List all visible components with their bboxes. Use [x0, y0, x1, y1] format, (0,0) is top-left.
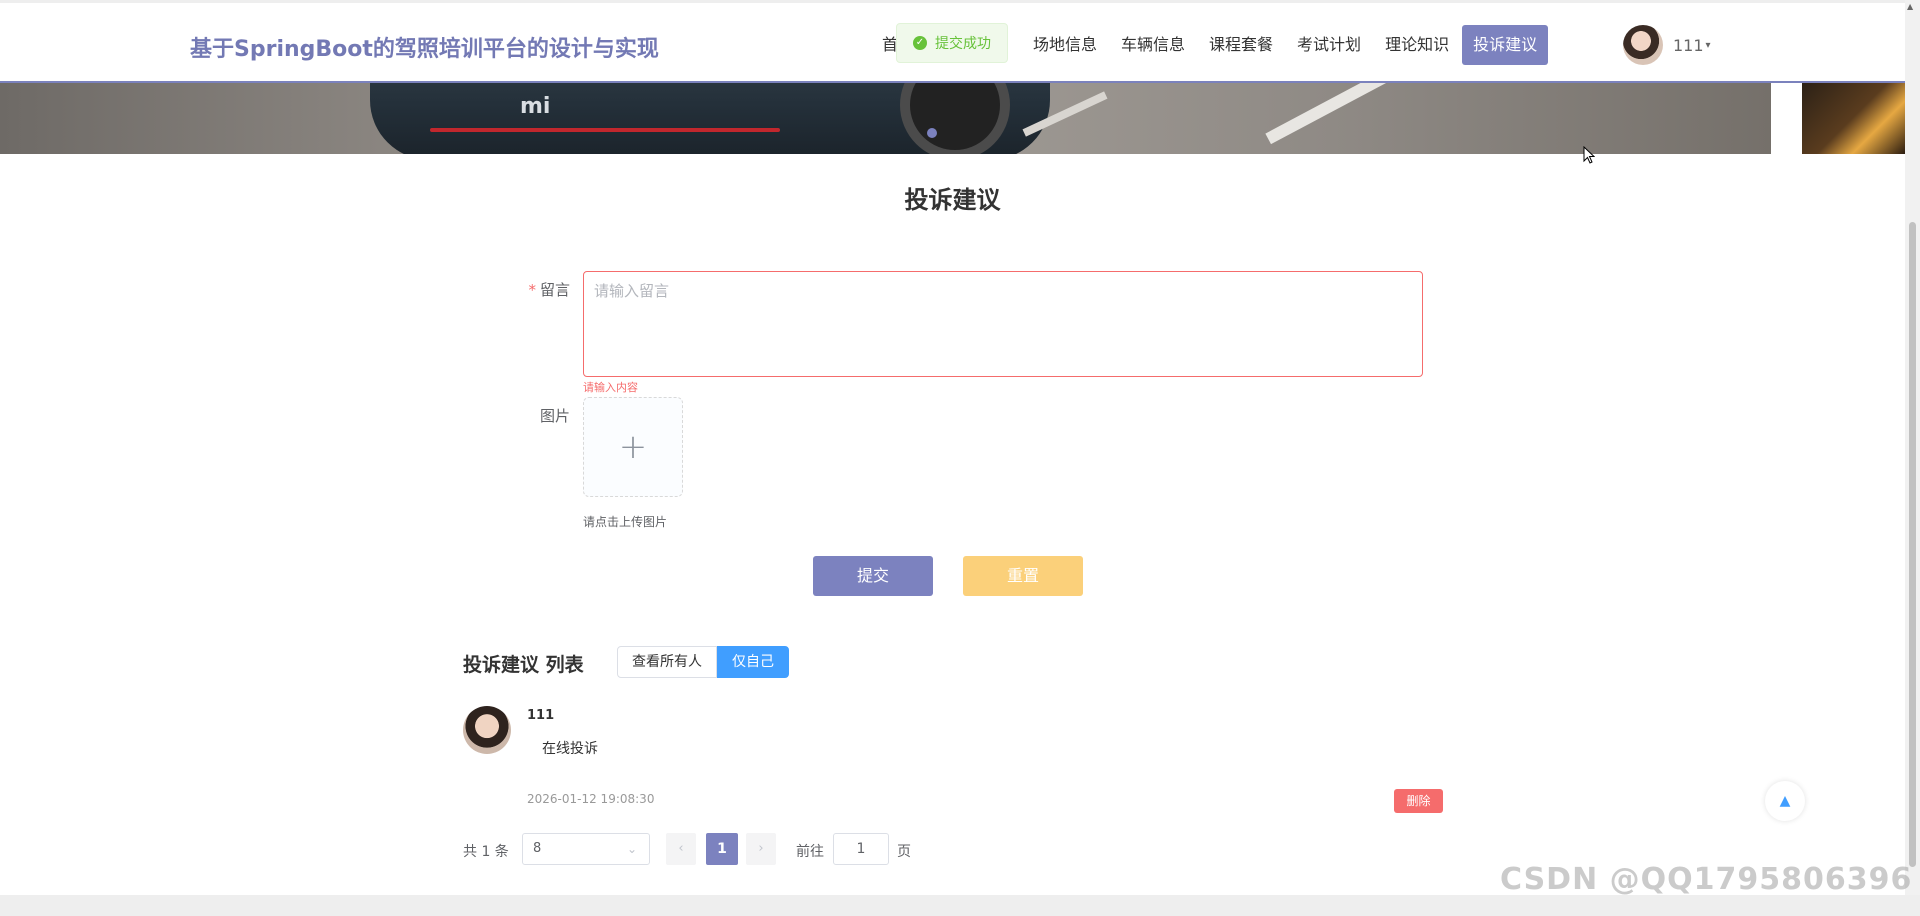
avatar[interactable] [1623, 25, 1663, 65]
back-to-top-button[interactable]: ▲ [1765, 781, 1805, 821]
arrow-up-icon: ▲ [1779, 793, 1791, 809]
nav-item-course[interactable]: 课程套餐 [1198, 25, 1284, 65]
image-label: 图片 [539, 407, 570, 425]
page-title: 投诉建议 [904, 186, 1001, 214]
goto-page-input[interactable]: 1 [833, 833, 889, 865]
message-textarea[interactable] [583, 271, 1423, 377]
toast-message: 提交成功 [935, 36, 991, 52]
next-page-button[interactable]: › [746, 833, 776, 865]
banner-road-line [1265, 80, 1395, 145]
pagination-total: 共 1 条 [463, 844, 509, 860]
required-mark: * [528, 281, 536, 299]
user-menu[interactable]: 111 ▾ [1623, 25, 1711, 65]
nav-item-vehicle[interactable]: 车辆信息 [1110, 25, 1196, 65]
page-number-1[interactable]: 1 [706, 833, 738, 865]
upload-tip: 请点击上传图片 [583, 515, 668, 529]
list-filter: 查看所有人 仅自己 [617, 646, 789, 678]
image-uploader[interactable]: + [583, 397, 683, 497]
banner-divider [1771, 80, 1802, 154]
prev-page-button[interactable]: ‹ [666, 833, 696, 865]
goto-label: 前往 [796, 844, 824, 860]
banner-car-badge: mi [520, 94, 551, 119]
avatar [463, 706, 511, 754]
message-label-text: 留言 [539, 281, 570, 299]
message-label: * 留言 [470, 279, 570, 300]
nav-item-exam-plan[interactable]: 考试计划 [1286, 25, 1372, 65]
chevron-down-icon: ⌄ [626, 842, 637, 856]
banner-car-taillight [430, 128, 780, 132]
user-name[interactable]: 111 [1673, 36, 1704, 55]
comment-user: 111 [527, 708, 555, 723]
nav-item-complaint[interactable]: 投诉建议 [1462, 25, 1549, 65]
site-brand[interactable]: 基于SpringBoot的驾照培训平台的设计与实现 [190, 31, 659, 63]
list-title: 投诉建议 列表 [463, 654, 584, 676]
comment-time: 2026-01-12 19:08:30 [527, 792, 655, 806]
watermark: CSDN @QQ1795806396 [1500, 862, 1913, 897]
success-toast: ✓ 提交成功 [896, 23, 1008, 63]
scroll-up-icon[interactable]: ▲ [1907, 2, 1913, 11]
filter-mine-button[interactable]: 仅自己 [717, 646, 789, 678]
filter-all-button[interactable]: 查看所有人 [617, 646, 717, 678]
chevron-left-icon: ‹ [678, 841, 684, 856]
cursor-icon [1583, 146, 1595, 164]
page-size-value: 8 [533, 841, 542, 856]
top-header: 基于SpringBoot的驾照培训平台的设计与实现 首 场地信息 车辆信息 课程… [0, 0, 1905, 83]
check-circle-icon: ✓ [913, 36, 927, 50]
plus-icon: + [618, 427, 648, 467]
comment-content: 在线投诉 [542, 741, 598, 757]
reset-button[interactable]: 重置 [963, 556, 1083, 596]
chevron-right-icon: › [758, 841, 764, 856]
nav-item-theory[interactable]: 理论知识 [1374, 25, 1460, 65]
submit-button[interactable]: 提交 [813, 556, 933, 596]
delete-button[interactable]: 删除 [1394, 789, 1443, 813]
caret-down-icon[interactable]: ▾ [1706, 40, 1711, 51]
footer-band [0, 895, 1920, 916]
page-size-select[interactable]: 8 ⌄ [522, 833, 650, 865]
banner-carousel[interactable]: mi [0, 80, 1905, 154]
banner-next-slide [1802, 80, 1905, 154]
page-suffix: 页 [897, 844, 911, 860]
scrollbar-thumb[interactable] [1909, 222, 1916, 867]
banner-car-wheel [900, 80, 1010, 154]
message-error: 请输入内容 [583, 381, 638, 394]
nav-item-venue[interactable]: 场地信息 [1022, 25, 1108, 65]
carousel-indicator[interactable] [927, 128, 937, 138]
page: mi 基于SpringBoot的驾照培训平台的设计与实现 首 场地信息 车辆信息… [0, 0, 1920, 916]
